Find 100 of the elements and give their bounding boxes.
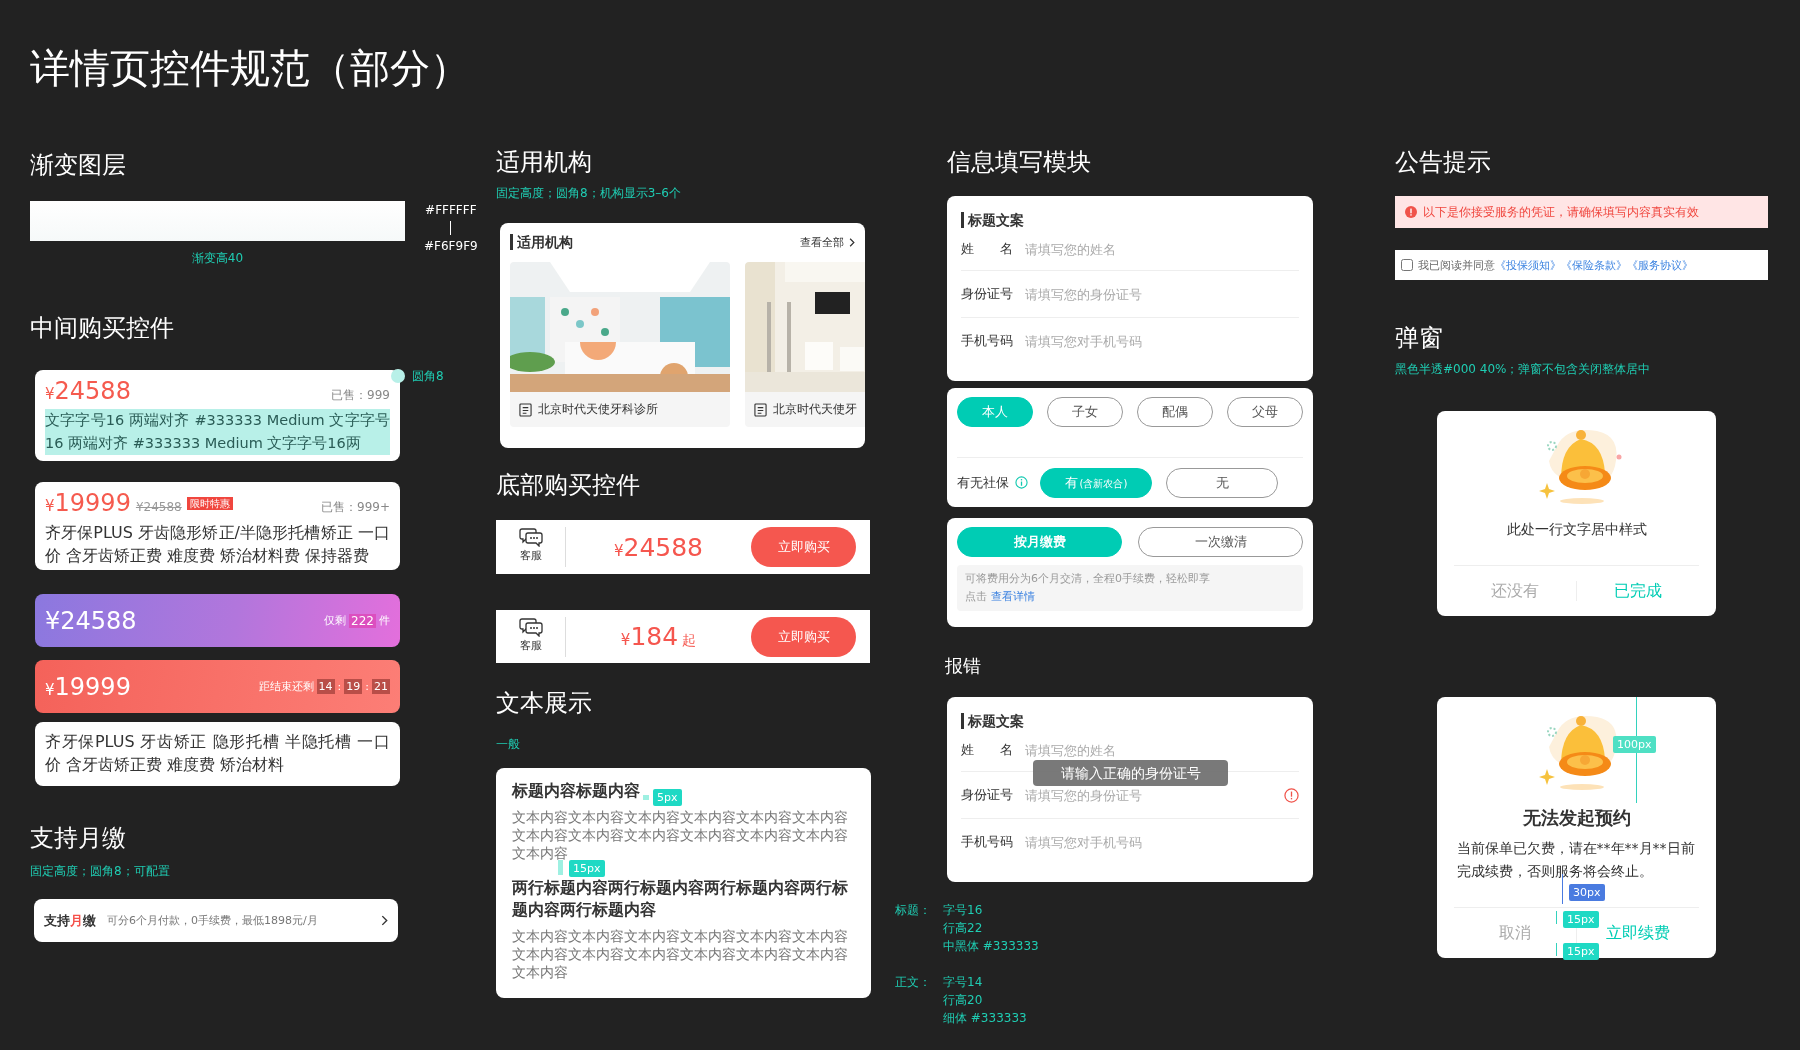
link-prefix: 点击 [965, 590, 987, 603]
input-field[interactable]: 请填写您的姓名 [1025, 742, 1299, 758]
measure-line [1562, 874, 1563, 904]
measure-label: 30px [1569, 884, 1605, 901]
input-field[interactable]: 请填写您对手机号码 [1025, 834, 1299, 850]
agreement-text: 我已阅读并同意 [1418, 257, 1495, 273]
stock-count: 222 [349, 613, 376, 628]
section-title: 文本展示 [496, 688, 592, 719]
spec-line: 细体 #333333 [943, 1010, 1027, 1027]
section-note: 一般 [496, 736, 520, 753]
relation-option[interactable]: 配偶 [1137, 397, 1213, 427]
alert-text: 以下是你接受服务的凭证，请确保填写内容真实有效 [1423, 204, 1699, 220]
document-icon [519, 402, 532, 417]
input-field[interactable]: 请填写您的身份证号 [1025, 286, 1299, 302]
input-field[interactable]: 请填写您的身份证号 [1025, 787, 1272, 803]
dialog-button[interactable]: 还没有 [1454, 579, 1576, 603]
section-title: 支持月缴 [30, 823, 126, 854]
insurance-option[interactable]: 无 [1166, 467, 1278, 498]
spec-label: 标题： [895, 902, 931, 919]
body-text: 文本内容文本内容文本内容文本内容文本内容文本内容文本内容文本内容文本内容文本内容文本内容文本内容文本内容 [512, 808, 849, 862]
dialog-message: 此处一行文字居中样式 [1506, 521, 1647, 539]
relation-option[interactable]: 父母 [1227, 397, 1303, 427]
sold-count: 已售：999 [331, 387, 390, 404]
measure-line [1556, 943, 1557, 956]
measure-label: 5px [653, 789, 682, 806]
spec-line: 行高20 [943, 992, 983, 1009]
measure-line [1556, 911, 1557, 924]
stock-label: 仅剩 [324, 613, 347, 628]
agreement-link[interactable]: 《服务协议》 [1627, 257, 1693, 273]
info-icon [1015, 476, 1028, 489]
text-heading: 标题内容标题内容 [512, 780, 640, 802]
stock-unit: 件 [379, 613, 390, 628]
measure-label: 15px [1563, 943, 1599, 960]
payment-option[interactable]: 一次缴清 [1138, 527, 1303, 557]
countdown-digit: 14 [316, 679, 335, 694]
field-label: 姓名 [961, 741, 1013, 759]
card-title: 适用机构 [510, 234, 573, 250]
chat-icon [518, 616, 543, 637]
section-title: 信息填写模块 [947, 147, 1092, 178]
section-note: 固定高度；圆角8；机构显示3–6个 [496, 185, 681, 202]
toast: 请输入正确的身份证号 [1033, 760, 1228, 786]
section-title: 公告提示 [1395, 147, 1491, 178]
buy-button[interactable]: 立即购买 [751, 527, 856, 567]
sold-count: 已售：999+ [321, 499, 390, 516]
section-title: 弹窗 [1395, 323, 1443, 354]
price: ¥19999 [45, 488, 131, 519]
monthly-bar[interactable]: 支持月缴 可分6个月付款，0手续费，最低1898元/月 [34, 899, 398, 942]
measure-label: 15px [1563, 911, 1599, 928]
field-label: 身份证号 [961, 285, 1013, 303]
color-code: #F6F9F9 [424, 238, 478, 254]
spec-line: 行高22 [943, 920, 983, 937]
spec-line: 字号14 [943, 974, 983, 991]
time-separator: : [365, 680, 369, 693]
input-field[interactable]: 请填写您对手机号码 [1025, 333, 1299, 349]
section-title: 中间购买控件 [30, 313, 174, 344]
caption: 渐变高40 [190, 250, 245, 267]
institution-name: 北京时代天使牙 [773, 401, 857, 418]
price: ¥19999 [45, 672, 131, 701]
field-label: 手机号码 [961, 332, 1013, 350]
payment-note: 可将费用分为6个月交清，全程0手续费，轻松即享 [965, 571, 1211, 587]
service-button[interactable]: 客服 [496, 616, 566, 657]
service-button[interactable]: 客服 [496, 527, 566, 567]
section-title: 适用机构 [496, 147, 592, 178]
form-title: 标题文案 [961, 713, 1299, 729]
radius-note: 圆角8 [412, 368, 444, 385]
connector-line [450, 221, 452, 235]
dialog-title: 无法发起预约 [1522, 806, 1631, 830]
agreement-link[interactable]: 《投保须知》 [1495, 257, 1561, 273]
page-title: 详情页控件规范（部分） [30, 44, 471, 93]
spec-label: 正文： [895, 974, 931, 991]
section-title: 渐变图层 [30, 150, 126, 181]
institution-item[interactable]: 北京时代天使牙科诊所 [510, 262, 730, 427]
field-label: 手机号码 [961, 833, 1013, 851]
price: ¥24588 [612, 532, 705, 562]
institution-item[interactable]: 北京时代天使牙 [745, 262, 865, 427]
original-price: ¥24588 [135, 500, 182, 514]
view-all-link[interactable]: 查看全部 [800, 234, 855, 250]
relation-option[interactable]: 子女 [1047, 397, 1123, 427]
spec-line: 中黑体 #333333 [943, 938, 1039, 955]
measure-mark [558, 860, 563, 875]
promo-tag: 限时特惠 [186, 496, 233, 510]
checkbox[interactable] [1401, 259, 1413, 271]
product-description: 齐牙保PLUS 牙齿矫正 隐形托槽 半隐托槽 一口价 含牙齿矫正费 难度费 矫治材料 [45, 731, 390, 776]
detail-link[interactable]: 查看详情 [990, 590, 1035, 603]
countdown-label: 距结束还剩 [258, 679, 314, 694]
measure-label: 100px [1613, 736, 1656, 753]
corner-marker [391, 369, 405, 383]
section-note: 黑色半透#000 40%；弹窗不包含关闭整体居中 [1395, 361, 1651, 378]
field-label: 姓名 [961, 240, 1013, 258]
chevron-icon [849, 237, 855, 247]
document-icon [754, 402, 767, 417]
text-heading: 两行标题内容两行标题内容两行标题内容两行标题内容两行标题内容 [512, 877, 849, 921]
input-field[interactable]: 请填写您的姓名 [1025, 241, 1299, 257]
color-code: #FFFFFF [425, 202, 477, 218]
institution-name: 北京时代天使牙科诊所 [538, 401, 658, 418]
spec-line: 字号16 [943, 902, 983, 919]
error-icon [1284, 787, 1299, 803]
buy-button[interactable]: 立即购买 [751, 616, 856, 657]
agreement-link[interactable]: 《保险条款》 [1561, 257, 1627, 273]
form-title: 标题文案 [961, 212, 1299, 228]
